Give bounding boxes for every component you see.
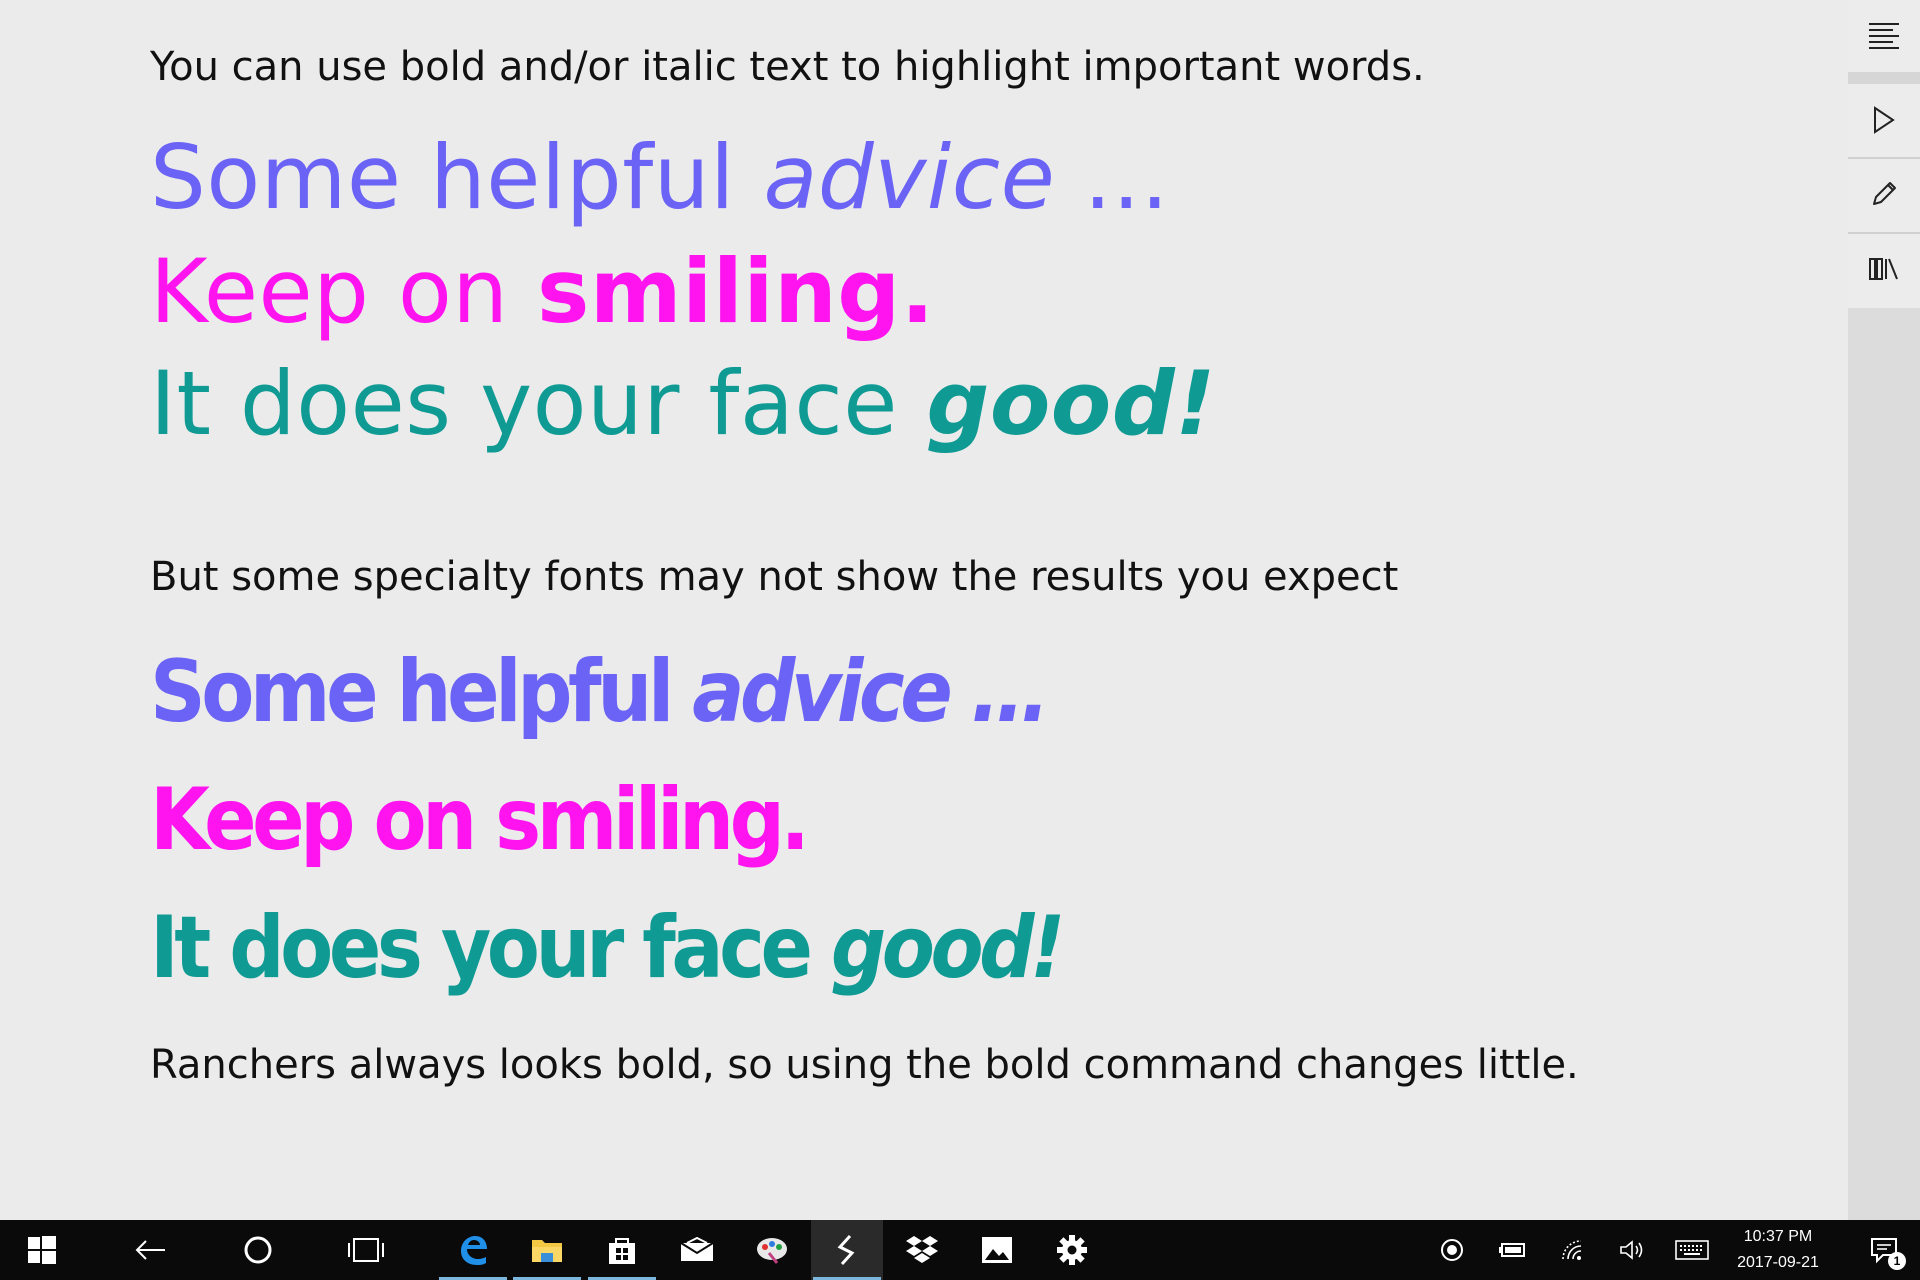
- ranchers-smiling: Keep on smiling.: [150, 770, 810, 870]
- sway-icon: [837, 1234, 855, 1266]
- file-explorer-icon: [532, 1240, 562, 1262]
- start-button[interactable]: [6, 1220, 78, 1280]
- tray-wifi[interactable]: [1548, 1220, 1596, 1280]
- wifi-icon: [1562, 1240, 1582, 1260]
- taskbar: 10:37 PM 2017-09-21 1: [0, 1220, 1920, 1280]
- notification-badge: 1: [1888, 1252, 1906, 1270]
- taskbar-app-explorer[interactable]: [511, 1220, 583, 1280]
- store-icon: [609, 1238, 635, 1264]
- document-canvas[interactable]: You can use bold and/or italic text to h…: [0, 0, 1848, 1220]
- advice-normal: Some helpful: [150, 126, 764, 229]
- play-button[interactable]: [1848, 84, 1920, 156]
- back-arrow-icon: [135, 1240, 165, 1260]
- cortana-button[interactable]: [222, 1220, 294, 1280]
- volume-icon: [1620, 1240, 1643, 1260]
- record-icon: [1441, 1239, 1463, 1261]
- taskbar-app-sway[interactable]: [811, 1220, 883, 1280]
- tray-battery[interactable]: [1488, 1220, 1536, 1280]
- tray-record[interactable]: [1428, 1220, 1476, 1280]
- ranchers-line-good: It does your face good!: [150, 898, 1065, 998]
- library-icon: [1869, 258, 1898, 280]
- ranchers-advice-normal: Some helpful: [150, 642, 693, 742]
- battery-icon: [1499, 1243, 1525, 1257]
- cortana-circle-icon: [244, 1236, 272, 1264]
- taskbar-app-paint[interactable]: [736, 1220, 808, 1280]
- ranchers-good-normal: It does your face: [150, 898, 831, 998]
- ranchers-advice-italic: advice: [692, 642, 953, 742]
- task-view-button[interactable]: [330, 1220, 402, 1280]
- intro-text: You can use bold and/or italic text to h…: [150, 44, 1425, 90]
- pencil-icon: [1873, 182, 1896, 205]
- advice-italic: advice: [763, 126, 1056, 229]
- mail-icon: [680, 1237, 714, 1261]
- keyboard-icon: [1675, 1240, 1709, 1260]
- dropbox-icon: [906, 1236, 938, 1263]
- styled-line-smiling: Keep on smiling.: [150, 240, 935, 343]
- windows-start-icon: [28, 1236, 56, 1264]
- taskbar-clock[interactable]: 10:37 PM 2017-09-21: [1716, 1220, 1840, 1280]
- tray-keyboard[interactable]: [1668, 1220, 1716, 1280]
- library-button[interactable]: [1848, 233, 1920, 305]
- styled-line-good: It does your face good!: [150, 352, 1216, 455]
- taskbar-app-settings[interactable]: [1036, 1220, 1108, 1280]
- taskbar-app-photos[interactable]: [961, 1220, 1033, 1280]
- advice-tail: ...: [1055, 126, 1170, 229]
- back-button[interactable]: [114, 1220, 186, 1280]
- taskbar-app-edge[interactable]: [437, 1220, 509, 1280]
- ranchers-line-smiling: Keep on smiling.: [150, 770, 810, 870]
- tray-volume[interactable]: [1608, 1220, 1656, 1280]
- right-toolbar-buttons: [1848, 0, 1920, 308]
- ranchers-good-italic: good!: [830, 898, 1065, 998]
- settings-gear-icon: [1057, 1235, 1087, 1265]
- menu-lines-icon: [1869, 23, 1899, 49]
- clock-date: 2017-09-21: [1737, 1254, 1819, 1271]
- styled-line-advice: Some helpful advice ...: [150, 126, 1169, 229]
- smiling-bold: smiling.: [537, 240, 935, 343]
- format-button[interactable]: [1848, 0, 1920, 72]
- taskbar-app-store[interactable]: [586, 1220, 658, 1280]
- good-normal: It does your face: [150, 352, 927, 455]
- action-center-button[interactable]: 1: [1848, 1220, 1920, 1280]
- specialty-note: But some specialty fonts may not show th…: [150, 554, 1399, 600]
- photos-icon: [982, 1237, 1012, 1263]
- taskbar-app-mail[interactable]: [661, 1220, 733, 1280]
- ranchers-advice-tail: ...: [948, 642, 1050, 742]
- paint-icon: [757, 1238, 787, 1264]
- ranchers-line-advice: Some helpful advice ...: [150, 642, 1050, 742]
- ranchers-note: Ranchers always looks bold, so using the…: [150, 1042, 1579, 1088]
- edge-icon: [461, 1236, 487, 1265]
- play-icon: [1874, 106, 1895, 134]
- taskbar-app-dropbox[interactable]: [886, 1220, 958, 1280]
- toolbar-divider: [1848, 72, 1920, 84]
- good-bold-italic: good!: [926, 352, 1216, 455]
- right-toolbar: [1848, 0, 1920, 1220]
- edit-button[interactable]: [1848, 158, 1920, 230]
- task-view-icon: [348, 1238, 384, 1262]
- smiling-normal: Keep on: [150, 240, 538, 343]
- clock-time: 10:37 PM: [1743, 1228, 1813, 1245]
